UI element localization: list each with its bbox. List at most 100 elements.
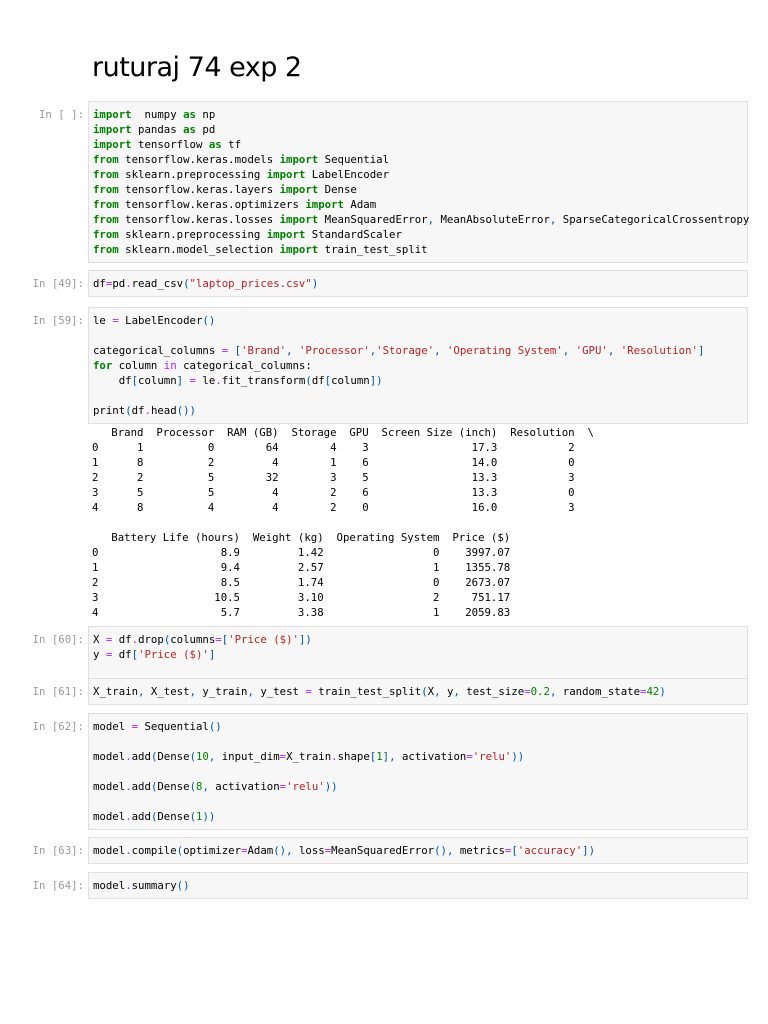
code-token: import: [266, 168, 306, 181]
code-token: loss: [292, 844, 325, 857]
code-input[interactable]: model.compile(optimizer=Adam(), loss=Mea…: [88, 837, 748, 864]
code-token: =: [183, 374, 196, 387]
code-input[interactable]: model = Sequential() model.add(Dense(10,…: [88, 713, 748, 830]
code-token: model: [93, 750, 126, 763]
code-token: )): [202, 810, 216, 823]
code-token: column: [112, 359, 164, 372]
code-token: import: [279, 153, 319, 166]
code-token: from: [93, 168, 119, 181]
code-line: le = LabelEncoder(): [93, 313, 743, 328]
code-token: Dense: [318, 183, 357, 196]
cell-prompt: In [49]:: [32, 277, 84, 290]
code-token: fit_transform: [221, 374, 306, 387]
code-token: Sequential: [318, 153, 390, 166]
code-line: model = Sequential(): [93, 719, 743, 734]
code-token: 'Processor': [298, 344, 370, 357]
code-input[interactable]: import numpy as np import pandas as pd imp…: [88, 101, 750, 263]
code-token: pandas: [131, 123, 184, 136]
code-input[interactable]: X_train, X_test, y_train, y_test = train…: [88, 678, 748, 705]
code-token: summary: [131, 879, 177, 892]
code-token: y: [93, 648, 106, 661]
code-token: optimizer: [183, 844, 242, 857]
code-token: tensorflow.keras.layers: [118, 183, 280, 196]
code-token: train_test_split: [318, 243, 428, 256]
notebook-title: ruturaj 74 exp 2: [92, 52, 302, 83]
code-token: ): [311, 277, 319, 290]
code-token: df: [93, 374, 132, 387]
code-token: import: [279, 183, 319, 196]
code-token: numpy: [131, 108, 184, 121]
code-token: tensorflow.keras.models: [118, 153, 280, 166]
code-token: (): [202, 314, 216, 327]
code-token: )): [511, 750, 525, 763]
code-token: input_dim: [215, 750, 280, 763]
code-text: le = LabelEncoder() categorical_columns …: [93, 313, 743, 418]
code-line: import numpy as np: [93, 107, 743, 122]
code-input[interactable]: le = LabelEncoder() categorical_columns …: [88, 307, 748, 424]
code-token: MeanSquaredError: [318, 213, 428, 226]
code-token: X: [93, 633, 106, 646]
code-token: MeanAbsoluteError: [434, 213, 550, 226]
code-token: from: [93, 198, 119, 211]
code-token: 42: [646, 685, 660, 698]
code-token: 'GPU': [575, 344, 608, 357]
code-token: "laptop_prices.csv": [189, 277, 312, 290]
code-token: test_size: [459, 685, 525, 698]
code-line: categorical_columns = ['Brand', 'Process…: [93, 343, 743, 358]
code-token: y: [440, 685, 454, 698]
code-token: ,: [286, 344, 299, 357]
code-token: shape: [337, 750, 370, 763]
code-input[interactable]: df=pd.read_csv("laptop_prices.csv"): [88, 270, 748, 297]
code-token: model: [93, 720, 132, 733]
code-line: model.summary(): [93, 878, 743, 893]
code-token: metrics: [453, 844, 505, 857]
code-token: pd: [112, 277, 126, 290]
code-token: ]): [369, 374, 383, 387]
code-token: Dense: [157, 780, 190, 793]
code-token: ,: [607, 344, 621, 357]
code-line: from tensorflow.keras.models import Sequ…: [93, 152, 743, 167]
code-line: from sklearn.model_selection import trai…: [93, 242, 743, 257]
code-token: print: [93, 404, 126, 417]
code-token: from: [93, 213, 119, 226]
code-token: Dense: [157, 750, 190, 763]
code-token: df: [93, 277, 106, 290]
code-token: from: [93, 243, 119, 256]
code-line: df[column] = le.fit_transform(df[column]…: [93, 373, 743, 388]
code-token: import: [266, 228, 306, 241]
code-line: model.add(Dense(8, activation='relu')): [93, 779, 743, 794]
code-token: activation: [208, 780, 280, 793]
code-token: 'Brand': [241, 344, 287, 357]
code-token: from: [93, 153, 119, 166]
code-token: np: [195, 108, 216, 121]
code-line: print(df.head()): [93, 403, 743, 418]
code-token: 'Operating System': [446, 344, 563, 357]
code-token: 'accuracy': [517, 844, 583, 857]
code-line: df=pd.read_csv("laptop_prices.csv"): [93, 276, 743, 291]
code-text: X = df.drop(columns=['Price ($)']) y = df…: [93, 632, 743, 677]
code-line: X = df.drop(columns=['Price ($)']): [93, 632, 743, 647]
code-token: from: [93, 183, 119, 196]
code-token: df: [112, 633, 132, 646]
code-token: import: [93, 138, 132, 151]
code-token: Sequential: [138, 720, 209, 733]
code-token: sklearn.preprocessing: [118, 168, 267, 181]
code-text: model.compile(optimizer=Adam(), loss=Mea…: [93, 843, 743, 858]
code-token: for: [93, 359, 113, 372]
code-token: read_csv: [131, 277, 184, 290]
code-token: from: [93, 228, 119, 241]
code-line: import pandas as pd: [93, 122, 743, 137]
code-token: import: [279, 243, 319, 256]
code-line: model.add(Dense(1)): [93, 809, 743, 824]
code-input[interactable]: X = df.drop(columns=['Price ($)']) y = df…: [88, 626, 748, 683]
code-line: from sklearn.preprocessing import Standa…: [93, 227, 743, 242]
code-token: tf: [221, 138, 242, 151]
code-input[interactable]: model.summary(): [88, 872, 748, 899]
code-token: le: [93, 314, 113, 327]
code-token: tensorflow: [131, 138, 209, 151]
code-token: SparseCategoricalCrossentropy: [556, 213, 750, 226]
code-line: from tensorflow.keras.optimizers import …: [93, 197, 743, 212]
